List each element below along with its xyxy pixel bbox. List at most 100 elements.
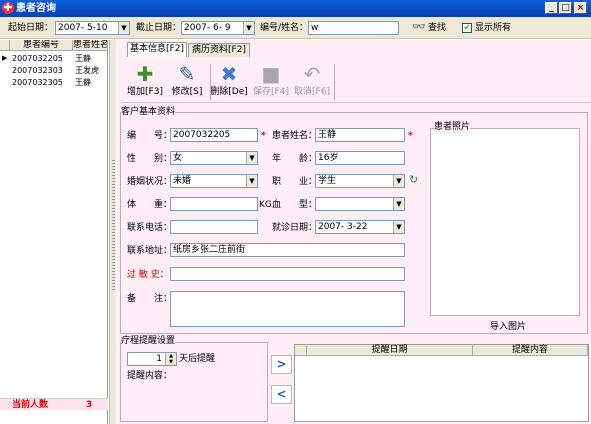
add-button-label: 增加[F3]	[127, 87, 163, 97]
chevron-down-icon[interactable]: ▼	[246, 175, 257, 187]
required-mark: *	[408, 131, 413, 141]
reminder-grid-indicator	[295, 345, 307, 356]
address-field[interactable]: 纸房乡张二庄前街	[170, 243, 405, 257]
delete-x-icon: ✖	[220, 62, 238, 86]
search-button[interactable]: 查找	[428, 22, 446, 34]
patient-id-cell: 2007032303	[12, 66, 62, 75]
phone-field[interactable]	[170, 220, 258, 234]
gender-value: 女	[173, 153, 183, 163]
filter-bar: 起始日期： 2007- 5-10 ▼ 截止日期： 2007- 6- 9 ▼ 编号…	[0, 17, 591, 39]
patient-name-value: 王静	[318, 130, 337, 140]
arrow-right-icon: >	[276, 357, 287, 371]
edit-pencil-icon: ✎	[178, 62, 196, 86]
reminder-settings-title: 疗程提醒设置	[121, 336, 176, 347]
patient-list-panel: 患者编号 患者姓名 ▶ 2007032205 王静 2007032303 王发虎…	[0, 40, 108, 424]
chevron-down-icon[interactable]: ▼	[246, 152, 257, 164]
edit-button[interactable]: ✎ 修改[S]	[172, 62, 203, 102]
chevron-down-icon[interactable]: ▼	[393, 221, 404, 233]
age-field[interactable]: 16岁	[315, 151, 405, 165]
cancel-button-label: 取消[F6]	[294, 87, 330, 97]
reminder-days-stepper[interactable]: 1 ▲ ▼	[127, 352, 177, 366]
id-name-label: 编号/姓名：	[260, 23, 309, 33]
patient-id-cell: 2007032205	[12, 54, 62, 63]
allergy-history-field[interactable]	[170, 267, 405, 281]
import-photo-button[interactable]: 导入图片	[490, 321, 526, 333]
toolbar-divider	[334, 64, 335, 100]
splitter-grip[interactable]	[112, 160, 115, 290]
add-reminder-button[interactable]: >	[271, 355, 292, 374]
visit-date-value: 2007- 3-22	[318, 222, 368, 232]
column-header-reminder-content[interactable]: 提醒内容	[473, 345, 588, 356]
tab-basic-info[interactable]: 基本信息[F2]	[127, 42, 187, 57]
marital-status-label: 婚姻状况：	[127, 177, 173, 187]
show-all-label: 显示所有	[475, 23, 512, 33]
age-label: 年 龄：	[272, 154, 318, 164]
patient-name-field[interactable]: 王静	[315, 128, 405, 142]
gender-select[interactable]: 女 ▼	[170, 151, 258, 165]
end-date-picker[interactable]: 2007- 6- 9 ▼	[181, 21, 255, 35]
column-header-reminder-date[interactable]: 提醒日期	[307, 345, 473, 356]
marital-status-select[interactable]: 未婚 ▼	[170, 174, 258, 188]
basic-info-title: 客户基本资料	[121, 107, 176, 118]
close-button[interactable]: ×	[574, 2, 587, 14]
tab-medical-records[interactable]: 病历资料[F2]	[188, 43, 250, 57]
allergy-history-label: 过 敏 史：	[127, 270, 169, 280]
arrow-left-icon: <	[276, 387, 287, 401]
blood-type-label: 血 型：	[272, 200, 318, 210]
phone-label: 联系电话：	[127, 223, 173, 233]
maximize-button[interactable]: □	[559, 2, 572, 14]
weight-field[interactable]	[170, 197, 258, 211]
save-button-label: 保存[F4]	[253, 87, 289, 97]
panel-splitter[interactable]	[109, 40, 116, 424]
remove-reminder-button[interactable]: <	[271, 385, 292, 404]
patient-id-field[interactable]: 2007032205	[170, 128, 258, 142]
address-value: 纸房乡张二庄前街	[173, 245, 246, 255]
reminder-days-suffix: 天后提醒	[179, 354, 216, 364]
patient-count-bar: 当前人数 3	[0, 398, 108, 410]
visit-date-label: 就诊日期：	[272, 223, 318, 233]
chevron-down-icon[interactable]: ▼	[118, 22, 129, 34]
gender-label: 性 别：	[127, 154, 173, 164]
chevron-down-icon[interactable]: ▼	[393, 198, 404, 210]
save-button[interactable]: ■ 保存[F4]	[253, 62, 289, 102]
address-label: 联系地址：	[127, 246, 173, 256]
table-row[interactable]: 2007032305 王静	[0, 77, 108, 88]
marital-status-value: 未婚	[173, 176, 192, 186]
binoculars-icon[interactable]: 👓	[412, 21, 426, 33]
visit-date-picker[interactable]: 2007- 3-22 ▼	[315, 220, 405, 234]
table-row[interactable]: ▶ 2007032205 王静	[0, 53, 108, 64]
show-all-checkbox[interactable]: ✔	[462, 23, 472, 33]
current-row-marker: ▶	[2, 54, 8, 62]
start-date-label: 起始日期：	[8, 23, 54, 33]
chevron-down-icon[interactable]: ▼	[393, 175, 404, 187]
reminder-content-label: 提醒内容：	[127, 371, 173, 381]
row-indicator-header	[0, 40, 10, 51]
blood-type-select[interactable]: ▼	[315, 197, 405, 211]
start-date-picker[interactable]: 2007- 5-10 ▼	[55, 21, 130, 35]
delete-button[interactable]: ✖ 删除[De]	[210, 62, 248, 102]
age-value: 16岁	[318, 153, 339, 163]
refresh-icon[interactable]: ↻	[409, 174, 418, 186]
chevron-down-icon[interactable]: ▼	[243, 22, 254, 34]
stepper-arrows-icon[interactable]: ▲ ▼	[165, 353, 176, 365]
remarks-label: 备 注：	[127, 294, 173, 304]
id-label: 编 号：	[127, 131, 173, 141]
cancel-button[interactable]: ↶ 取消[F6]	[294, 62, 330, 102]
weight-label: 体 重：	[127, 200, 173, 210]
remarks-textarea[interactable]	[170, 291, 405, 327]
occupation-value: 学生	[318, 176, 337, 186]
column-header-id[interactable]: 患者编号	[10, 40, 73, 51]
photo-frame	[430, 128, 580, 316]
window-title-bar: ✚ 患者咨询 _ □ ×	[0, 0, 591, 17]
weight-unit: KG	[259, 200, 272, 210]
id-name-search-input[interactable]: w	[308, 21, 399, 35]
required-mark: *	[261, 131, 266, 141]
delete-button-label: 删除[De]	[210, 87, 248, 97]
minimize-button[interactable]: _	[545, 2, 558, 14]
table-row[interactable]: 2007032303 王发虎	[0, 65, 108, 76]
occupation-select[interactable]: 学生 ▼	[315, 174, 405, 188]
patient-id-value: 2007032205	[173, 130, 231, 140]
column-header-name[interactable]: 患者姓名	[73, 40, 108, 51]
add-button[interactable]: ✚ 增加[F3]	[127, 62, 163, 102]
start-date-value: 2007- 5-10	[58, 23, 108, 33]
